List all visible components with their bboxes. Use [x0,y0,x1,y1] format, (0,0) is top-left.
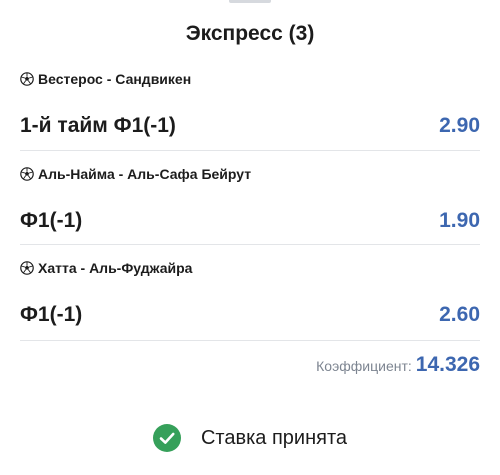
bet-event-name: Хатта - Аль-Фуджайра [38,260,193,276]
bet-odds: 2.90 [439,114,480,137]
bet-market: Ф1(-1) [20,303,83,326]
bet-event-name: Вестерос - Сандвикен [38,71,192,87]
soccer-ball-icon [20,261,34,275]
bet-accepted-status: Ставка принята [0,424,500,452]
status-text: Ставка принята [200,426,348,449]
check-circle-icon [152,424,181,452]
bet-event-name: Аль-Найма - Аль-Сафа Бейрут [38,166,252,182]
bet-selection: Ф1(-1) 2.60 [20,301,480,329]
divider [20,150,480,151]
total-coefficient: Коэффициент: 14.326 [316,353,480,377]
divider [20,244,480,245]
bet-market: Ф1(-1) [20,209,83,232]
bet-odds: 2.60 [439,303,480,326]
total-coefficient-value: 14.326 [415,353,480,376]
bet-selection: Ф1(-1) 1.90 [20,207,480,235]
bet-event: Вестерос - Сандвикен [20,70,480,88]
bet-selection: 1-й тайм Ф1(-1) 2.90 [20,112,480,140]
bet-item: Хатта - Аль-Фуджайра Ф1(-1) 2.60 [20,259,480,329]
soccer-ball-icon [20,167,34,181]
page-title: Экспресс (3) [185,22,315,45]
bet-event: Аль-Найма - Аль-Сафа Бейрут [20,165,480,183]
soccer-ball-icon [20,72,34,86]
bet-market: 1-й тайм Ф1(-1) [20,114,176,137]
bet-odds: 1.90 [439,209,480,232]
sheet-handle[interactable] [229,0,271,3]
bet-event: Хатта - Аль-Фуджайра [20,259,480,277]
total-coefficient-label: Коэффициент: [316,358,412,374]
bet-item: Аль-Найма - Аль-Сафа Бейрут Ф1(-1) 1.90 [20,165,480,235]
divider [20,340,480,341]
bet-item: Вестерос - Сандвикен 1-й тайм Ф1(-1) 2.9… [20,70,480,140]
